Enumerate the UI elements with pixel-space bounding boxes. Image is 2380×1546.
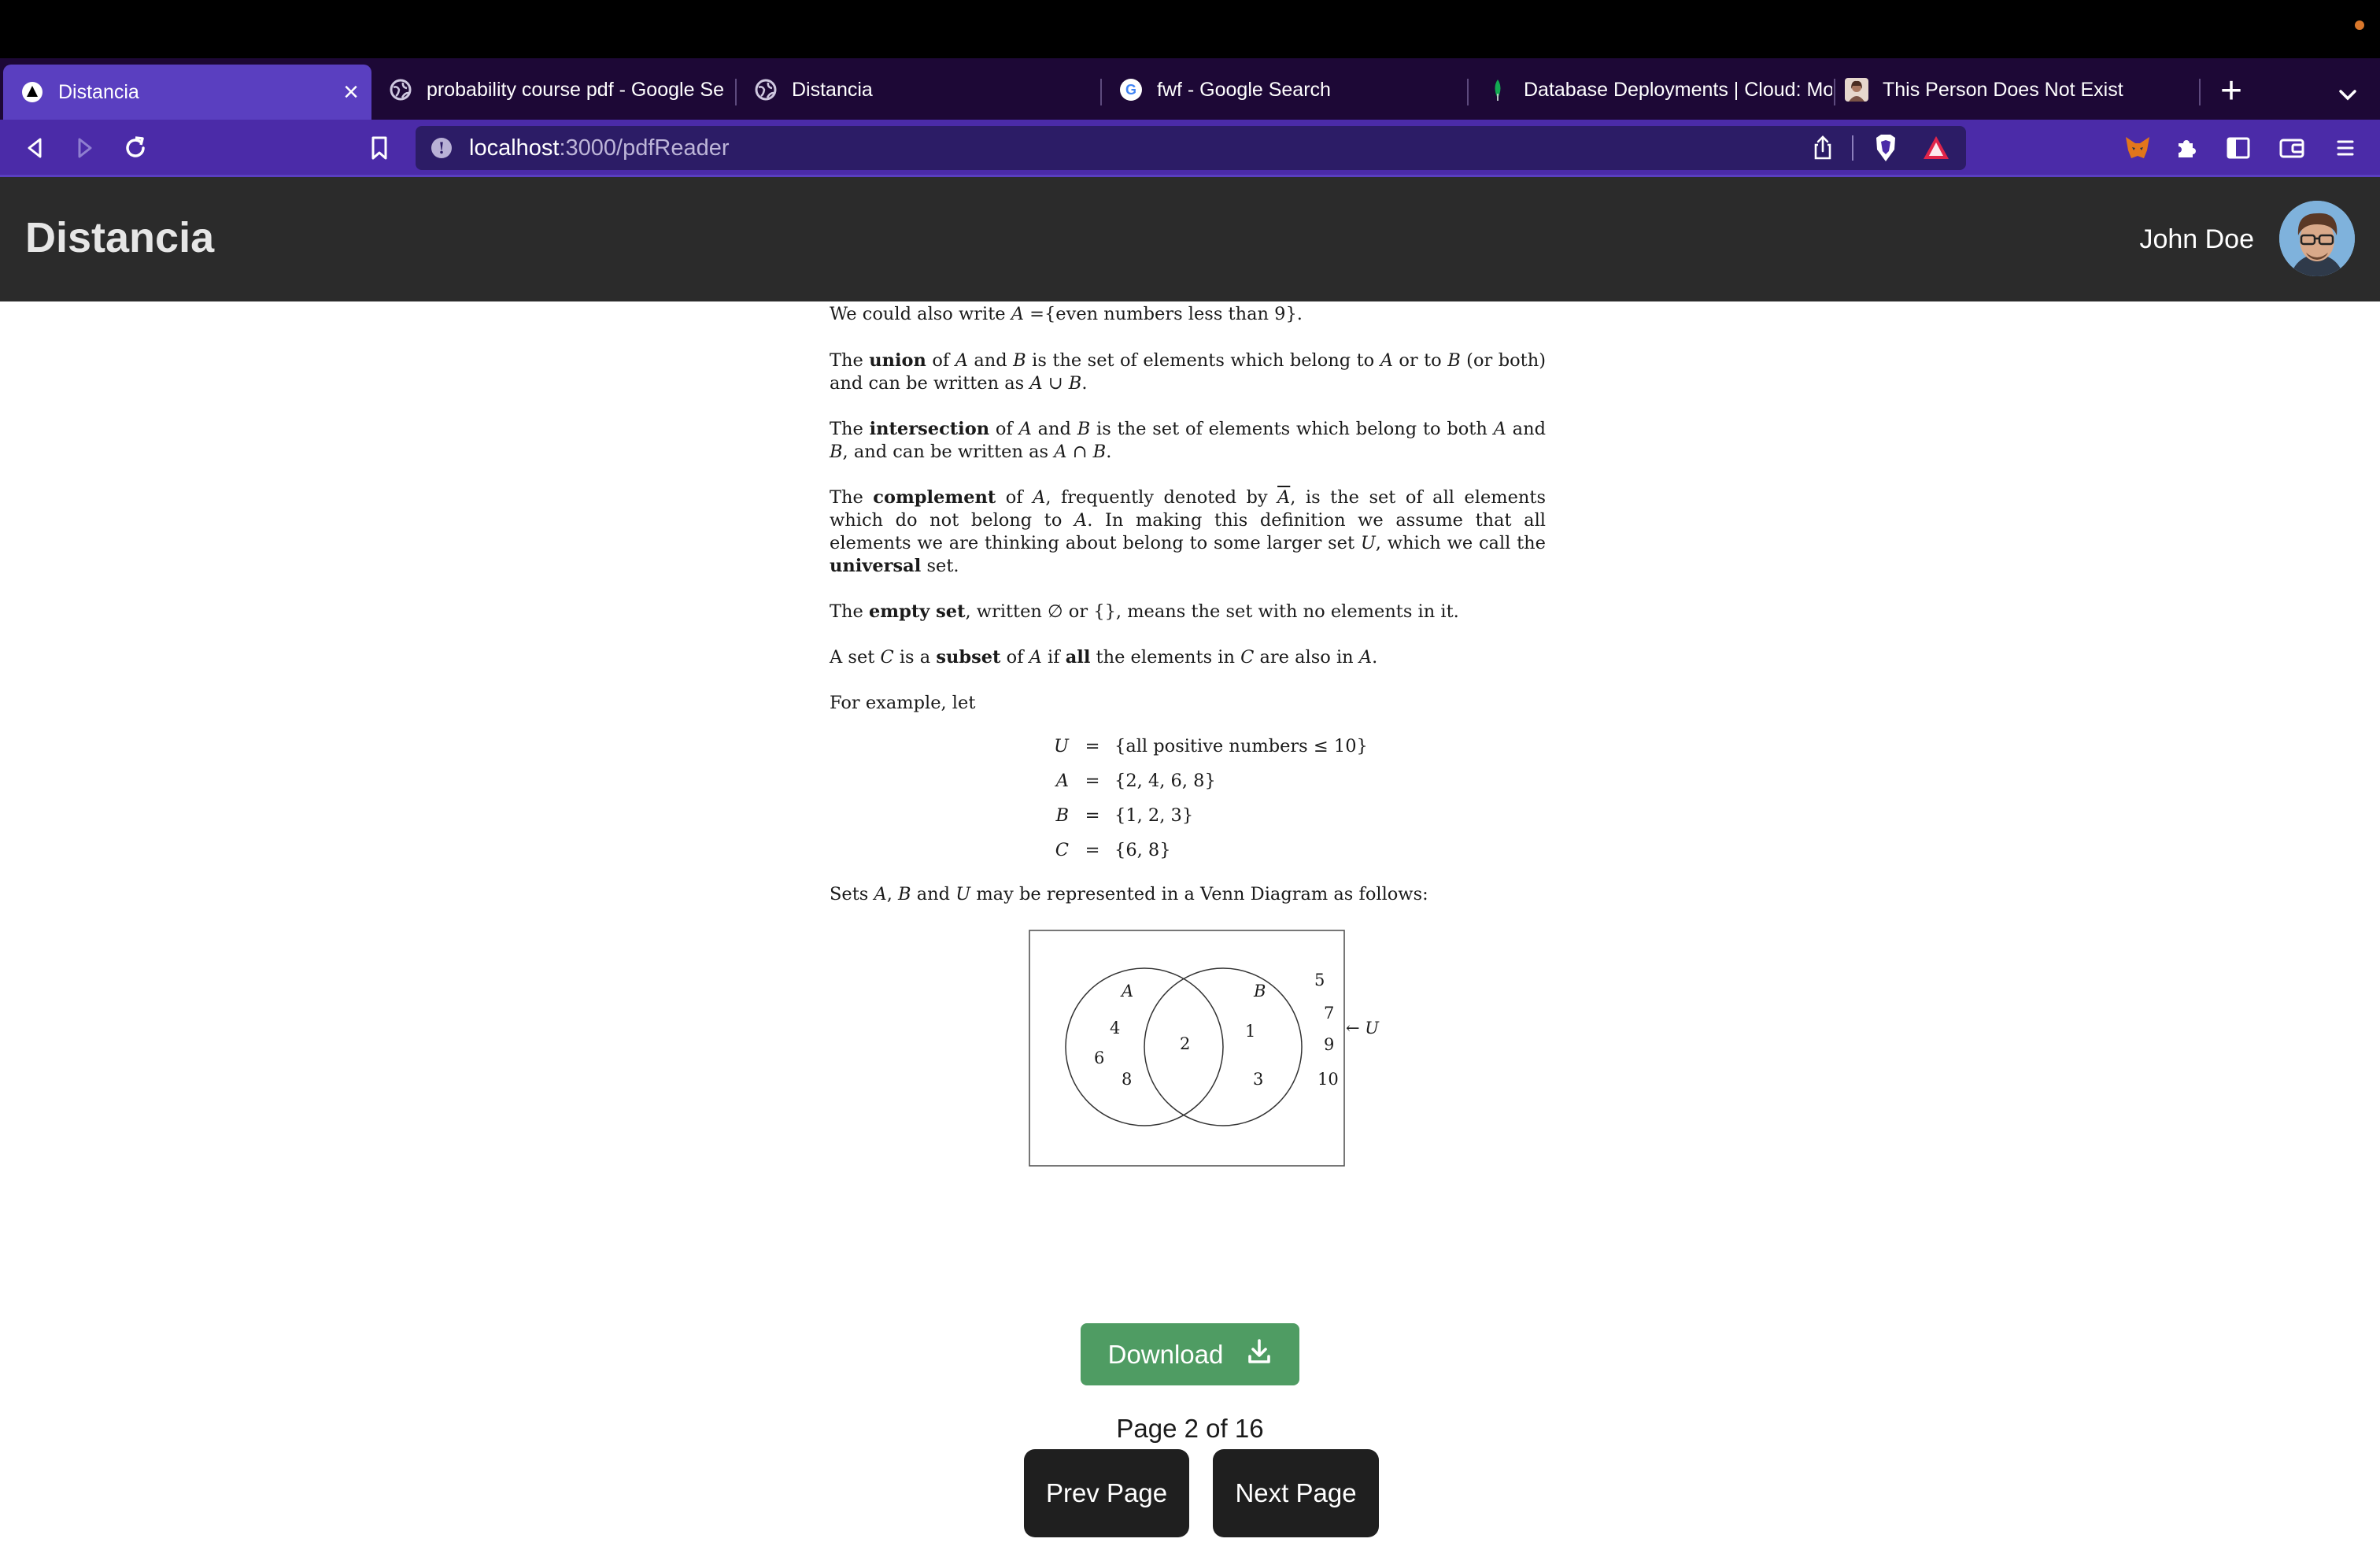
distancia-logo-icon [20,80,44,104]
tab-title: Distancia [792,78,873,101]
venn-element: 6 [1094,1049,1104,1067]
pdf-page: We could also write A ={even numbers les… [830,303,1546,929]
pdf-paragraph-intersection: The intersection of A and B is the set o… [830,419,1546,462]
venn-element: 8 [1122,1070,1132,1089]
user-avatar[interactable] [2279,201,2355,276]
page-indicator: Page 2 of 16 [1116,1414,1264,1443]
tab-title: probability course pdf - Google Se [427,78,724,101]
brave-shields-icon[interactable] [1870,132,1901,164]
bookmark-icon[interactable] [362,131,397,165]
back-button[interactable] [17,131,52,165]
tab-list-chevron-icon[interactable] [2330,77,2366,113]
app-brand-title[interactable]: Distancia [25,213,214,262]
equation-row: U = {all positive numbers ≤ 10} [1054,735,1368,756]
pdf-paragraph-even-numbers: We could also write A ={even numbers les… [830,304,1303,324]
extensions-puzzle-icon[interactable] [2169,131,2204,165]
close-tab-icon[interactable]: × [343,77,359,108]
equation-row: B = {1, 2, 3} [1055,804,1194,826]
download-label: Download [1107,1339,1224,1369]
browser-toolbar: ! localhost:3000/pdfReader [0,120,2380,176]
new-tab-button[interactable]: + [2212,72,2251,113]
venn-element: 10 [1318,1070,1339,1089]
tab-title: Distancia [58,80,139,103]
tab-this-person[interactable]: This Person Does Not Exist [1835,66,2199,113]
tab-distancia-2[interactable]: Distancia [737,66,1099,113]
tab-title: Database Deployments | Cloud: Mo [1524,78,1832,101]
tab-probability-course[interactable]: probability course pdf - Google Se [371,66,734,113]
menu-hamburger-icon[interactable] [2328,131,2363,165]
forward-button[interactable] [68,131,102,165]
venn-element: 3 [1253,1070,1263,1089]
venn-element: 2 [1180,1034,1190,1053]
venn-element: 7 [1324,1004,1334,1023]
equation-row: A = {2, 4, 6, 8} [1055,770,1216,791]
google-icon: G [1119,78,1143,102]
site-info-icon[interactable]: ! [431,138,452,158]
pdf-paragraph-complement: The complement of A, frequently denoted … [830,487,1546,576]
venn-diagram: A B 4 6 8 2 1 3 5 7 9 10 ← U [1028,929,1390,1168]
pdf-paragraph-empty-set: The empty set, written ∅ or {}, means th… [830,601,1459,622]
download-icon [1247,1338,1272,1371]
venn-element: 9 [1324,1035,1334,1054]
venn-element: 1 [1245,1022,1255,1041]
share-icon[interactable] [1809,134,1837,162]
url-text[interactable]: localhost:3000/pdfReader [469,135,730,161]
globe-icon [754,78,778,102]
wallet-icon[interactable] [2275,131,2309,165]
user-name: John Doe [2139,224,2254,254]
tab-separator [2199,79,2201,105]
sidebar-toggle-icon[interactable] [2221,131,2256,165]
set-b-label: B [1253,982,1266,1000]
equation-row: C = {6, 8} [1055,839,1171,860]
reload-button[interactable] [118,131,153,165]
address-bar[interactable]: ! localhost:3000/pdfReader [416,126,1966,170]
pdf-paragraph-venn-intro: Sets A, B and U may be represented in a … [830,884,1428,904]
tab-title: fwf - Google Search [1157,78,1331,101]
pdf-paragraph-union: The union of A and B is the set of eleme… [830,350,1546,394]
person-photo-icon [1845,78,1868,102]
venn-element: 4 [1110,1019,1120,1037]
window-top-strip [0,0,2380,58]
svg-text:G: G [1125,82,1136,98]
tab-bar: Distancia × probability course pdf - Goo… [0,58,2380,120]
download-button[interactable]: Download [1081,1323,1299,1385]
app-header: Distancia John Doe [0,177,2380,301]
pdf-paragraph-subset: A set C is a subset of A if all the elem… [830,647,1378,668]
next-page-button[interactable]: Next Page [1213,1449,1379,1537]
tab-title: This Person Does Not Exist [1883,78,2123,101]
pdf-paragraph-example: For example, let [830,693,976,713]
brave-rewards-icon[interactable] [1920,132,1952,164]
venn-element: 5 [1314,971,1325,989]
universal-set-label: ← U [1346,1019,1380,1037]
tab-mongodb[interactable]: Database Deployments | Cloud: Mo [1469,66,1832,113]
mongodb-leaf-icon [1486,78,1510,102]
set-a-label: A [1120,982,1133,1000]
metamask-fox-icon[interactable] [2120,131,2155,165]
prev-page-button[interactable]: Prev Page [1024,1449,1189,1537]
tab-distancia-active[interactable]: Distancia × [3,65,371,120]
url-divider [1852,135,1853,161]
tab-google-search[interactable]: G fwf - Google Search [1102,66,1465,113]
globe-icon [389,78,412,102]
set-definitions: U = {all positive numbers ≤ 10} A = {2, 4, 6… [1048,729,1368,867]
notification-dot-icon [2355,20,2364,30]
